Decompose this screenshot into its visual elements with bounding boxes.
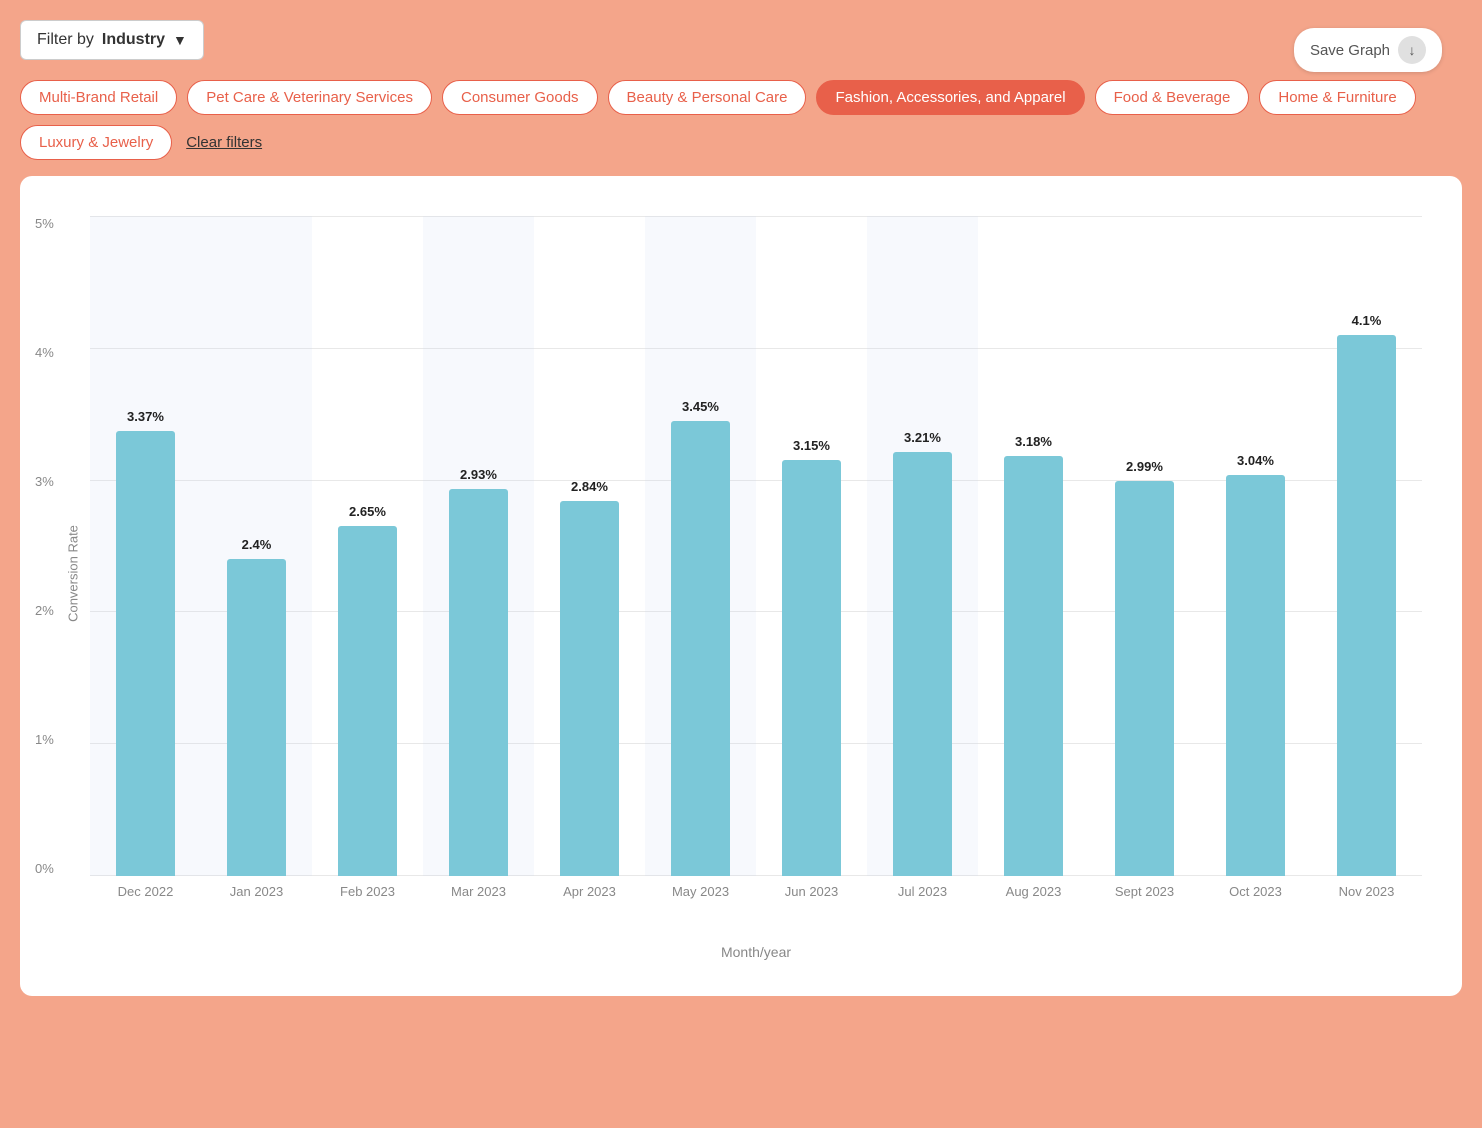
bar-column-6: 3.15% <box>773 216 851 876</box>
bar-value-label-3: 2.93% <box>449 467 507 482</box>
filter-tags-row: Multi-Brand Retail Pet Care & Veterinary … <box>20 80 1462 160</box>
x-label-3: Mar 2023 <box>423 876 534 916</box>
bar-value-label-9: 2.99% <box>1115 459 1173 474</box>
bar-4: 2.84% <box>560 501 618 876</box>
bar-group-5: 3.45% <box>645 216 756 876</box>
bar-column-10: 3.04% <box>1217 216 1295 876</box>
filter-tag-luxury-jewelry[interactable]: Luxury & Jewelry <box>20 125 172 160</box>
chart-area: Conversion Rate 0%1%2%3%4%5% 3.37%2.4%2.… <box>90 216 1422 916</box>
bar-column-3: 2.93% <box>440 216 518 876</box>
bar-1: 2.4% <box>227 559 285 876</box>
y-label-3: 3% <box>35 474 54 489</box>
y-axis: 0% 1% 2% 3% 4% 5% <box>35 216 54 876</box>
bar-group-7: 3.21% <box>867 216 978 876</box>
bar-column-11: 4.1% <box>1328 216 1406 876</box>
bar-value-label-4: 2.84% <box>560 479 618 494</box>
y-axis-title: Conversion Rate <box>65 525 80 622</box>
bar-7: 3.21% <box>893 452 951 876</box>
bar-group-11: 4.1% <box>1311 216 1422 876</box>
bar-8: 3.18% <box>1004 456 1062 876</box>
x-label-10: Oct 2023 <box>1200 876 1311 916</box>
x-label-8: Aug 2023 <box>978 876 1089 916</box>
bar-9: 2.99% <box>1115 481 1173 876</box>
bar-group-10: 3.04% <box>1200 216 1311 876</box>
bar-value-label-2: 2.65% <box>338 504 396 519</box>
bar-column-2: 2.65% <box>329 216 407 876</box>
clear-filters-button[interactable]: Clear filters <box>182 126 266 159</box>
save-graph-icon: ↓ <box>1398 36 1426 64</box>
x-label-1: Jan 2023 <box>201 876 312 916</box>
chart-container: Conversion Rate 0% 1% 2% 3% 4% 5% 3.37% 2.4% 2.… <box>20 176 1462 996</box>
filter-label-bold: Industry <box>102 31 165 49</box>
x-axis: Dec 2022Jan 2023Feb 2023Mar 2023Apr 2023… <box>90 876 1422 916</box>
bar-value-label-7: 3.21% <box>893 430 951 445</box>
bar-value-label-1: 2.4% <box>227 537 285 552</box>
save-graph-button[interactable]: Save Graph ↓ <box>1294 28 1442 72</box>
bar-10: 3.04% <box>1226 475 1284 876</box>
filter-tag-consumer-goods[interactable]: Consumer Goods <box>442 80 598 115</box>
bar-group-2: 2.65% <box>312 216 423 876</box>
filter-label-normal: Filter by <box>37 31 94 49</box>
bar-6: 3.15% <box>782 460 840 876</box>
dropdown-arrow-icon: ▼ <box>173 32 187 48</box>
bar-column-0: 3.37% <box>107 216 185 876</box>
bar-11: 4.1% <box>1337 335 1395 876</box>
filter-tag-fashion-accessories-apparel[interactable]: Fashion, Accessories, and Apparel <box>816 80 1084 115</box>
filter-tag-multi-brand-retail[interactable]: Multi-Brand Retail <box>20 80 177 115</box>
x-label-9: Sept 2023 <box>1089 876 1200 916</box>
bar-group-3: 2.93% <box>423 216 534 876</box>
save-graph-area: Save Graph ↓ <box>1294 28 1442 72</box>
x-label-11: Nov 2023 <box>1311 876 1422 916</box>
y-label-4: 4% <box>35 345 54 360</box>
bar-column-4: 2.84% <box>551 216 629 876</box>
x-label-0: Dec 2022 <box>90 876 201 916</box>
y-label-0: 0% <box>35 861 54 876</box>
bar-value-label-11: 4.1% <box>1337 313 1395 328</box>
save-graph-label: Save Graph <box>1310 42 1390 59</box>
bar-group-0: 3.37% <box>90 216 201 876</box>
y-label-1: 1% <box>35 732 54 747</box>
bar-column-7: 3.21% <box>884 216 962 876</box>
tags-container: Multi-Brand Retail Pet Care & Veterinary … <box>20 80 1462 160</box>
filter-industry-dropdown[interactable]: Filter by Industry ▼ <box>20 20 204 60</box>
bar-group-1: 2.4% <box>201 216 312 876</box>
bar-value-label-5: 3.45% <box>671 399 729 414</box>
filter-tag-home-furniture[interactable]: Home & Furniture <box>1259 80 1415 115</box>
bar-column-1: 2.4% <box>218 216 296 876</box>
bar-group-9: 2.99% <box>1089 216 1200 876</box>
x-label-2: Feb 2023 <box>312 876 423 916</box>
bar-group-6: 3.15% <box>756 216 867 876</box>
bars-area: 3.37% 2.4% 2.65% 2.93% 2.84% 3.45% 3.15% 3.21% 3… <box>90 216 1422 876</box>
bar-3: 2.93% <box>449 489 507 876</box>
bar-group-8: 3.18% <box>978 216 1089 876</box>
x-label-5: May 2023 <box>645 876 756 916</box>
bar-value-label-0: 3.37% <box>116 409 174 424</box>
x-label-7: Jul 2023 <box>867 876 978 916</box>
y-label-5: 5% <box>35 216 54 231</box>
top-controls: Filter by Industry ▼ Multi-Brand Retail P… <box>20 20 1462 160</box>
bar-column-9: 2.99% <box>1106 216 1184 876</box>
bar-value-label-8: 3.18% <box>1004 434 1062 449</box>
bar-5: 3.45% <box>671 421 729 876</box>
y-label-2: 2% <box>35 603 54 618</box>
bar-group-4: 2.84% <box>534 216 645 876</box>
bar-value-label-10: 3.04% <box>1226 453 1284 468</box>
x-label-6: Jun 2023 <box>756 876 867 916</box>
filter-tag-food-beverage[interactable]: Food & Beverage <box>1095 80 1250 115</box>
bar-value-label-6: 3.15% <box>782 438 840 453</box>
bar-column-5: 3.45% <box>662 216 740 876</box>
x-label-4: Apr 2023 <box>534 876 645 916</box>
bar-2: 2.65% <box>338 526 396 876</box>
filter-tag-beauty-personal-care[interactable]: Beauty & Personal Care <box>608 80 807 115</box>
bar-column-8: 3.18% <box>995 216 1073 876</box>
x-axis-title: Month/year <box>721 944 791 960</box>
bar-0: 3.37% <box>116 431 174 876</box>
filter-tag-pet-care[interactable]: Pet Care & Veterinary Services <box>187 80 432 115</box>
